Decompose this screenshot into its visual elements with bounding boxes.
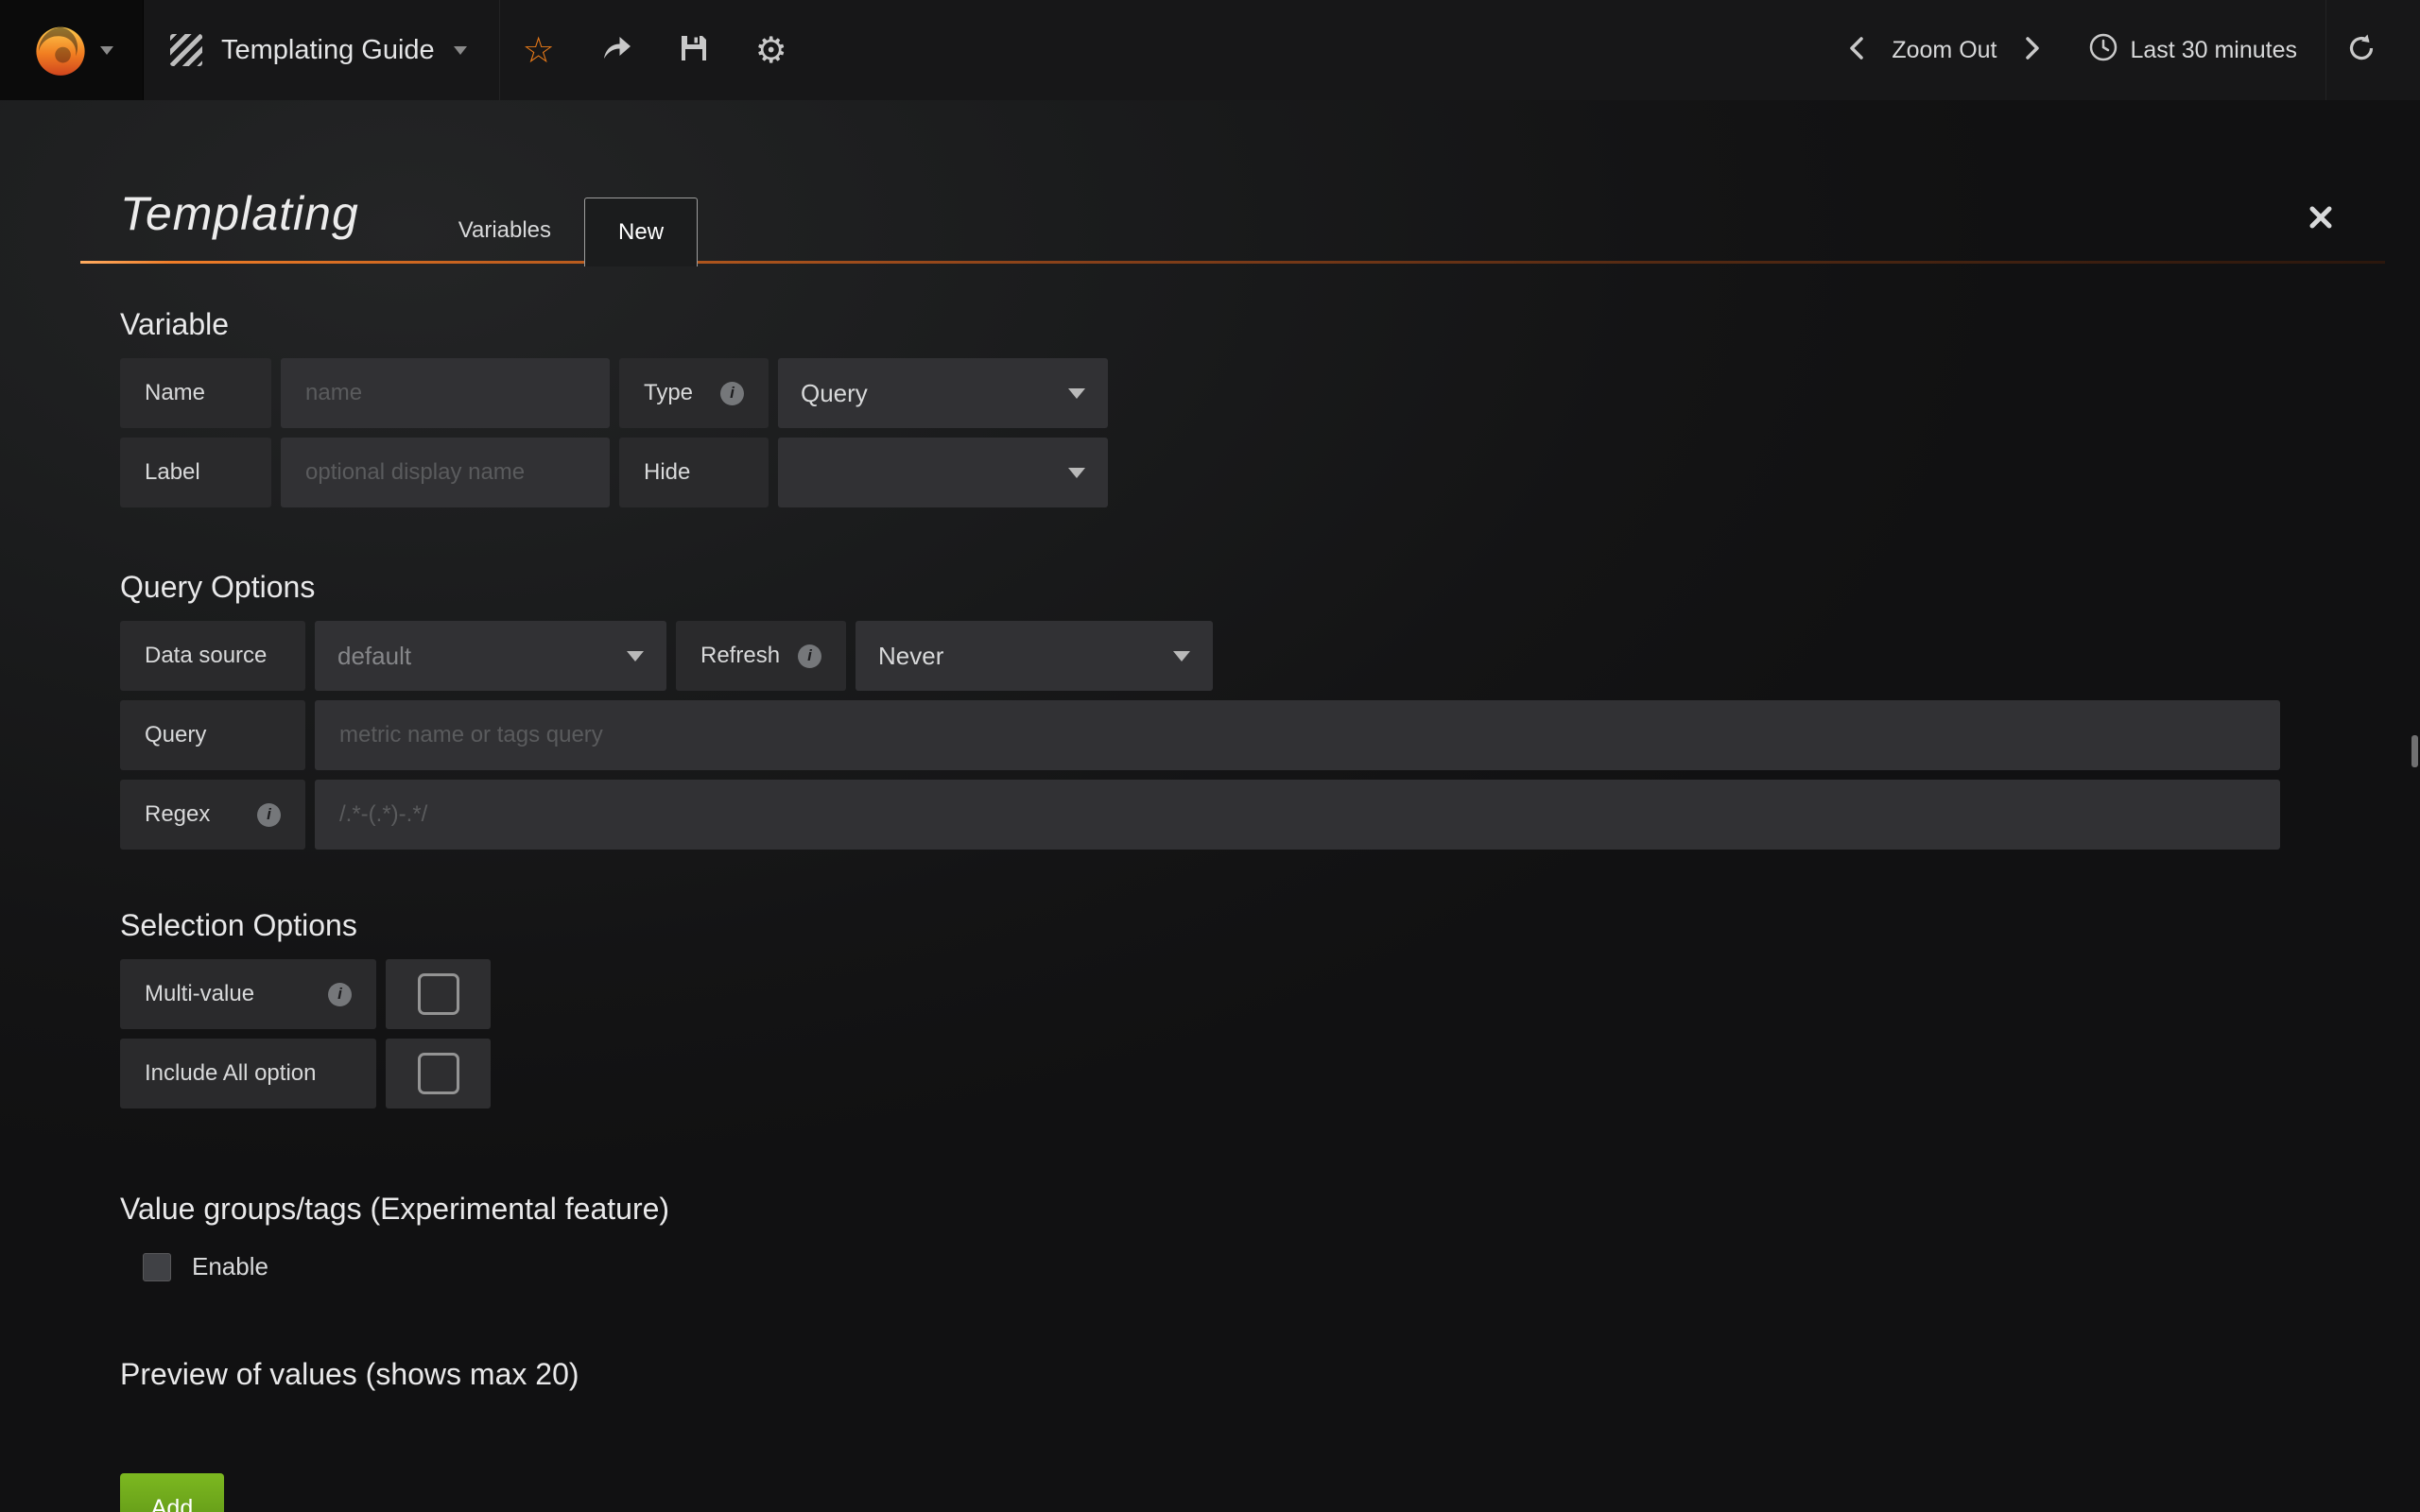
save-button[interactable]: [655, 0, 733, 100]
chevron-down-icon: [1068, 468, 1085, 478]
query-input[interactable]: [315, 700, 2280, 770]
type-select[interactable]: Query: [778, 358, 1108, 428]
include-all-checkbox[interactable]: [386, 1039, 491, 1108]
share-button[interactable]: [578, 0, 655, 100]
star-button[interactable]: ☆: [500, 0, 578, 100]
grafana-logo-icon: [30, 20, 91, 80]
type-label-text: Type: [644, 380, 693, 406]
gear-icon: ⚙: [755, 32, 787, 68]
hide-label: Hide: [619, 438, 769, 507]
dashboard-actions: ☆ ⚙: [500, 0, 810, 100]
query-label: Query: [120, 700, 305, 770]
regex-input[interactable]: [315, 780, 2280, 850]
time-shift-forward-button[interactable]: [2005, 0, 2060, 100]
label-input[interactable]: [281, 438, 610, 507]
star-icon: ☆: [523, 32, 555, 68]
refresh-button[interactable]: [2325, 0, 2395, 100]
time-range-button[interactable]: Last 30 minutes: [2060, 0, 2326, 100]
tabs: Variables New: [425, 100, 698, 264]
type-label: Type i: [619, 358, 769, 428]
enable-label: Enable: [192, 1252, 268, 1281]
clock-icon: [2088, 32, 2118, 69]
info-icon[interactable]: i: [720, 382, 744, 405]
chevron-down-icon: [454, 46, 467, 55]
variable-heading: Variable: [120, 305, 2280, 343]
tabs-underline: [80, 261, 2385, 264]
variable-editor: Variable Name Type i Query Label Hide Qu…: [120, 305, 2280, 1512]
form-row: Regex i: [120, 780, 2280, 850]
templating-page: Templating Variables New Variable Name T…: [0, 100, 2420, 1512]
tab-new[interactable]: New: [584, 198, 698, 266]
data-source-select[interactable]: default: [315, 621, 666, 691]
form-row: Multi-value i: [120, 959, 2280, 1029]
add-button[interactable]: Add: [120, 1473, 224, 1512]
label-label: Label: [120, 438, 271, 507]
refresh-label: Refresh i: [676, 621, 846, 691]
navbar: Templating Guide ☆ ⚙: [0, 0, 2420, 100]
regex-label-text: Regex: [145, 801, 210, 828]
chevron-down-icon: [100, 46, 113, 55]
chevron-down-icon: [627, 651, 644, 662]
refresh-select-value: Never: [878, 642, 943, 671]
enable-checkbox[interactable]: [143, 1253, 171, 1281]
dashboard-title: Templating Guide: [221, 35, 435, 66]
tab-variables[interactable]: Variables: [425, 198, 584, 264]
data-source-value: default: [337, 642, 411, 671]
chevron-left-icon: [1844, 31, 1869, 70]
zoom-out-button[interactable]: Zoom Out: [1884, 37, 2004, 64]
chevron-right-icon: [2020, 31, 2045, 70]
close-button[interactable]: [2308, 204, 2334, 235]
info-icon[interactable]: i: [798, 644, 821, 668]
refresh-select[interactable]: Never: [856, 621, 1213, 691]
templating-header: Templating Variables New: [80, 100, 2385, 264]
info-icon[interactable]: i: [257, 803, 281, 827]
preview-heading: Preview of values (shows max 20): [120, 1355, 2280, 1393]
form-row: Query: [120, 700, 2280, 770]
name-input[interactable]: [281, 358, 610, 428]
multi-value-label-text: Multi-value: [145, 981, 254, 1007]
multi-value-label: Multi-value i: [120, 959, 376, 1029]
form-row: Include All option: [120, 1039, 2280, 1108]
refresh-icon: [2345, 32, 2377, 69]
time-shift-back-button[interactable]: [1829, 0, 1884, 100]
dashboard-icon: [170, 34, 202, 66]
share-icon: [599, 31, 633, 70]
regex-label: Regex i: [120, 780, 305, 850]
selection-options-heading: Selection Options: [120, 906, 2280, 944]
refresh-label-text: Refresh: [700, 643, 780, 669]
time-controls: Zoom Out Last 30 minutes: [1829, 0, 2420, 100]
close-icon: [2308, 218, 2334, 234]
form-row: Data source default Refresh i Never: [120, 621, 2280, 691]
settings-button[interactable]: ⚙: [733, 0, 810, 100]
hide-select[interactable]: [778, 438, 1108, 507]
checkbox-icon: [418, 973, 459, 1015]
time-range-label: Last 30 minutes: [2131, 37, 2298, 64]
scrollbar-thumb[interactable]: [2411, 735, 2418, 767]
info-icon[interactable]: i: [328, 983, 352, 1006]
include-all-label: Include All option: [120, 1039, 376, 1108]
type-select-value: Query: [801, 379, 868, 408]
form-row: Label Hide: [120, 438, 2280, 507]
query-options-heading: Query Options: [120, 568, 2280, 606]
page-title: Templating: [120, 186, 359, 264]
name-label: Name: [120, 358, 271, 428]
multi-value-checkbox[interactable]: [386, 959, 491, 1029]
checkbox-icon: [418, 1053, 459, 1094]
form-row: Name Type i Query: [120, 358, 2280, 428]
enable-row: Enable: [143, 1252, 2280, 1281]
chevron-down-icon: [1068, 388, 1085, 399]
save-icon: [678, 32, 710, 69]
data-source-label: Data source: [120, 621, 305, 691]
value-groups-heading: Value groups/tags (Experimental feature): [120, 1190, 2280, 1228]
dashboard-picker[interactable]: Templating Guide: [144, 0, 500, 100]
grafana-menu-button[interactable]: [0, 0, 144, 100]
chevron-down-icon: [1173, 651, 1190, 662]
